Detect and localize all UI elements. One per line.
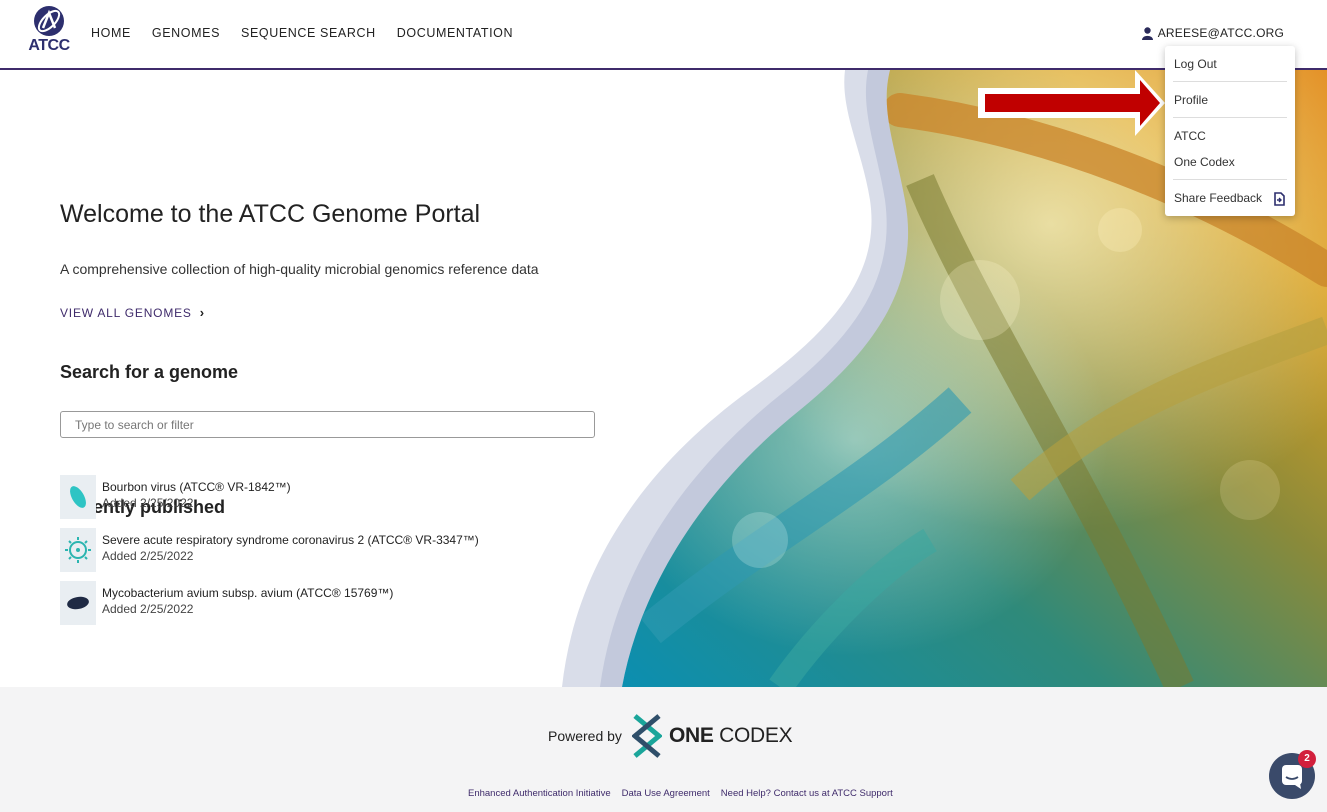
coronavirus-icon [60, 528, 96, 572]
footer-links: Enhanced Authentication Initiative Data … [468, 788, 893, 799]
menu-divider [1173, 81, 1287, 82]
bacterium-icon [60, 581, 96, 625]
nav-genomes[interactable]: GENOMES [152, 26, 220, 40]
recent-item-name: Bourbon virus (ATCC® VR-1842™) [102, 480, 291, 494]
search-heading: Search for a genome [60, 362, 239, 382]
notification-badge: 2 [1298, 750, 1316, 768]
atcc-logo[interactable]: ATCC [27, 6, 71, 56]
recent-item-name: Mycobacterium avium subsp. avium (ATCC® … [102, 586, 394, 600]
page-footer: Powered by ONE CODEX Enhanced Authentica… [0, 687, 1327, 812]
atcc-logo-text: ATCC [28, 37, 70, 54]
recent-item-date: Added 2/25/2022 [102, 496, 194, 510]
user-menu-toggle[interactable]: AREESE@ATCC.ORG [1141, 26, 1284, 40]
menu-item-profile[interactable]: Profile [1174, 93, 1208, 107]
footer-link-auth[interactable]: Enhanced Authentication Initiative [468, 788, 611, 799]
nav-sequence-search[interactable]: SEQUENCE SEARCH [241, 26, 376, 40]
one-codex-logo-text[interactable]: ONE CODEX [669, 724, 793, 748]
view-all-label: VIEW ALL GENOMES [60, 305, 192, 320]
chevron-right-icon: › [199, 305, 205, 320]
recent-item[interactable]: Mycobacterium avium subsp. avium (ATCC® … [60, 581, 580, 625]
user-email: AREESE@ATCC.ORG [1157, 26, 1284, 40]
virus-capsule-icon [60, 475, 96, 519]
footer-link-help[interactable]: Need Help? Contact us at ATCC Support [721, 788, 893, 799]
nav-home[interactable]: HOME [91, 26, 131, 40]
menu-item-share-feedback[interactable]: Share Feedback [1174, 191, 1262, 205]
brand-bold: ONE [669, 724, 714, 747]
menu-divider [1173, 117, 1287, 118]
menu-divider [1173, 179, 1287, 180]
recent-item-date: Added 2/25/2022 [102, 602, 194, 616]
hero-section: Welcome to the ATCC Genome Portal A comp… [0, 70, 1327, 687]
recent-item-name: Severe acute respiratory syndrome corona… [102, 533, 479, 547]
nav-documentation[interactable]: DOCUMENTATION [397, 26, 513, 40]
menu-item-one-codex[interactable]: One Codex [1174, 155, 1235, 169]
user-icon [1141, 26, 1153, 40]
one-codex-logo-icon [632, 714, 662, 758]
user-dropdown-menu: Log Out Profile ATCC One Codex Share Fee… [1165, 46, 1295, 216]
recent-item-date: Added 2/25/2022 [102, 549, 194, 563]
view-all-genomes-link[interactable]: VIEW ALL GENOMES › [60, 305, 205, 320]
page-title: Welcome to the ATCC Genome Portal [60, 200, 481, 228]
brand-light: CODEX [713, 724, 793, 747]
genome-search-input[interactable] [60, 411, 595, 438]
external-link-icon [1274, 192, 1285, 206]
menu-item-logout[interactable]: Log Out [1174, 57, 1217, 71]
recent-item[interactable]: Bourbon virus (ATCC® VR-1842™) Added 2/2… [60, 475, 580, 519]
powered-by-label: Powered by [548, 728, 622, 744]
atcc-logo-mark [34, 6, 64, 36]
footer-link-data-use[interactable]: Data Use Agreement [622, 788, 710, 799]
recent-item[interactable]: Severe acute respiratory syndrome corona… [60, 528, 580, 572]
main-nav: HOME GENOMES SEQUENCE SEARCH DOCUMENTATI… [91, 26, 534, 40]
top-header: ATCC HOME GENOMES SEQUENCE SEARCH DOCUME… [0, 0, 1327, 70]
menu-item-atcc[interactable]: ATCC [1174, 129, 1206, 143]
page-subtitle: A comprehensive collection of high-quali… [60, 261, 539, 277]
